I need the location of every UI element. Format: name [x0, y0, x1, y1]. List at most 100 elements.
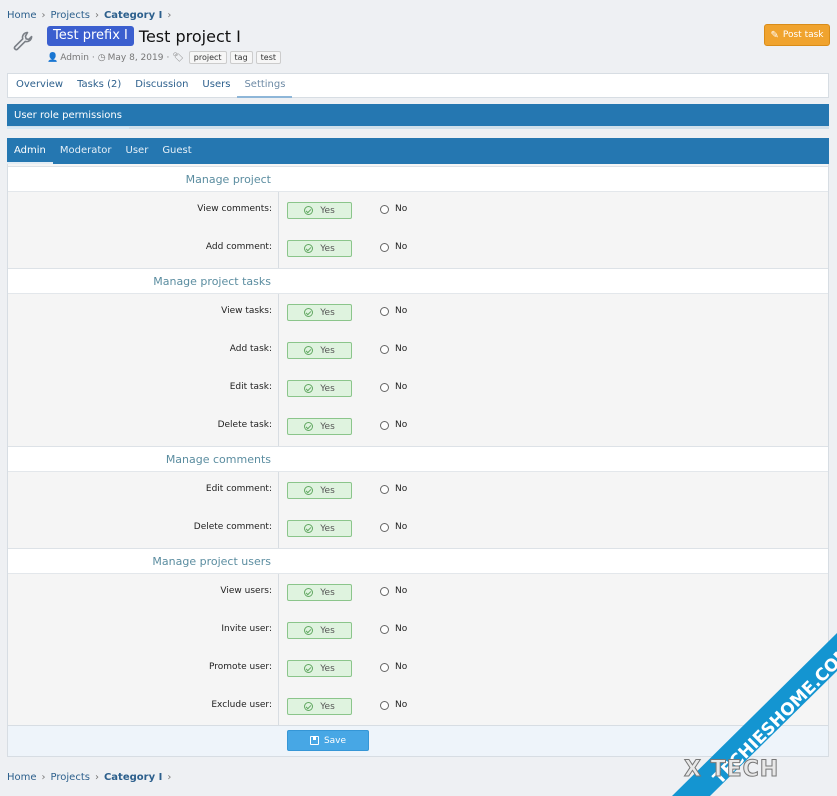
- yes-label: Yes: [320, 421, 335, 432]
- radio-icon[interactable]: [380, 242, 389, 252]
- yes-option[interactable]: Yes: [287, 482, 352, 499]
- permission-row: View comments: Yes No: [8, 192, 828, 230]
- tab-discussion[interactable]: Discussion: [128, 73, 195, 98]
- tag-project[interactable]: project: [188, 51, 227, 64]
- breadcrumb-category[interactable]: Category I: [104, 10, 162, 21]
- prefix-badge[interactable]: Test prefix I: [47, 26, 134, 46]
- no-option[interactable]: No: [380, 420, 407, 430]
- no-option[interactable]: No: [380, 662, 407, 672]
- chevron-right-icon: ›: [94, 771, 99, 783]
- save-button[interactable]: Save: [287, 730, 369, 751]
- row-divider: [278, 472, 279, 510]
- row-divider: [278, 574, 279, 612]
- page-header: Test prefix I Test project I 👤 Admin · ◷…: [10, 26, 827, 66]
- radio-icon[interactable]: [380, 344, 389, 354]
- yes-label: Yes: [320, 383, 335, 394]
- tab-user[interactable]: User: [119, 138, 156, 164]
- breadcrumb-projects[interactable]: Projects: [51, 772, 90, 783]
- tag-test[interactable]: test: [255, 51, 282, 64]
- radio-icon[interactable]: [380, 306, 389, 316]
- no-label: No: [395, 624, 408, 634]
- radio-icon[interactable]: [380, 662, 389, 672]
- check-circle-icon: [304, 308, 314, 317]
- yes-option[interactable]: Yes: [287, 584, 352, 601]
- yes-option[interactable]: Yes: [287, 342, 352, 359]
- yes-label: Yes: [320, 587, 335, 598]
- permission-label: Delete task:: [217, 420, 272, 430]
- tab-guest[interactable]: Guest: [155, 138, 198, 164]
- tab-users[interactable]: Users: [195, 73, 237, 98]
- no-label: No: [395, 586, 408, 596]
- permission-row: Add task: Yes No: [8, 332, 828, 370]
- no-label: No: [395, 306, 408, 316]
- no-option[interactable]: No: [380, 700, 407, 710]
- radio-icon[interactable]: [380, 382, 389, 392]
- post-date: May 8, 2019: [107, 52, 164, 63]
- no-option[interactable]: No: [380, 242, 407, 252]
- tab-moderator[interactable]: Moderator: [53, 138, 119, 164]
- check-circle-icon: [304, 486, 314, 495]
- no-option[interactable]: No: [380, 382, 407, 392]
- check-circle-icon: [304, 588, 314, 597]
- no-option[interactable]: No: [380, 306, 407, 316]
- radio-icon[interactable]: [380, 420, 389, 430]
- post-task-button[interactable]: ✎ Post task: [764, 24, 830, 46]
- chevron-right-icon: ›: [41, 9, 46, 21]
- permission-row: View tasks: Yes No: [8, 294, 828, 332]
- row-divider: [278, 230, 279, 268]
- tab-user-role-permissions[interactable]: User role permissions: [7, 104, 129, 129]
- no-option[interactable]: No: [380, 586, 407, 596]
- role-tabs: Admin Moderator User Guest: [7, 138, 829, 164]
- no-option[interactable]: No: [380, 624, 407, 634]
- row-divider: [278, 370, 279, 408]
- meta-separator: ·: [91, 52, 95, 63]
- radio-icon[interactable]: [380, 700, 389, 710]
- no-option[interactable]: No: [380, 522, 407, 532]
- breadcrumb-projects[interactable]: Projects: [51, 10, 90, 21]
- section-header: Manage project users: [8, 548, 828, 574]
- yes-option[interactable]: Yes: [287, 520, 352, 537]
- breadcrumb-home[interactable]: Home: [7, 10, 37, 21]
- chevron-right-icon: ›: [94, 9, 99, 21]
- breadcrumb-category[interactable]: Category I: [104, 772, 162, 783]
- project-meta: 👤 Admin · ◷ May 8, 2019 · 🏷 project tag …: [47, 51, 282, 64]
- row-divider: [278, 650, 279, 688]
- row-divider: [278, 688, 279, 726]
- no-option[interactable]: No: [380, 344, 407, 354]
- yes-label: Yes: [320, 243, 335, 254]
- permission-row: Delete task: Yes No: [8, 408, 828, 446]
- row-divider: [278, 612, 279, 650]
- yes-option[interactable]: Yes: [287, 240, 352, 257]
- yes-option[interactable]: Yes: [287, 660, 352, 677]
- radio-icon[interactable]: [380, 522, 389, 532]
- radio-icon[interactable]: [380, 204, 389, 214]
- chevron-right-icon: ›: [167, 9, 172, 21]
- tag-tag[interactable]: tag: [229, 51, 253, 64]
- check-circle-icon: [304, 664, 314, 673]
- radio-icon[interactable]: [380, 624, 389, 634]
- author-link[interactable]: Admin: [60, 53, 89, 63]
- post-task-label: Post task: [782, 30, 824, 40]
- tab-admin[interactable]: Admin: [7, 138, 53, 164]
- yes-option[interactable]: Yes: [287, 622, 352, 639]
- tab-settings[interactable]: Settings: [237, 73, 293, 98]
- yes-option[interactable]: Yes: [287, 304, 352, 321]
- no-label: No: [395, 662, 408, 672]
- no-option[interactable]: No: [380, 484, 407, 494]
- meta-separator: ·: [166, 52, 170, 63]
- radio-icon[interactable]: [380, 484, 389, 494]
- no-option[interactable]: No: [380, 204, 407, 214]
- radio-icon[interactable]: [380, 586, 389, 596]
- wrench-icon: [13, 31, 33, 51]
- yes-option[interactable]: Yes: [287, 698, 352, 715]
- yes-option[interactable]: Yes: [287, 418, 352, 435]
- yes-label: Yes: [320, 663, 335, 674]
- tab-overview[interactable]: Overview: [9, 73, 70, 98]
- check-circle-icon: [304, 206, 314, 215]
- save-icon: [309, 736, 319, 745]
- yes-option[interactable]: Yes: [287, 202, 352, 219]
- tab-tasks[interactable]: Tasks (2): [70, 73, 128, 98]
- check-circle-icon: [304, 244, 314, 253]
- yes-option[interactable]: Yes: [287, 380, 352, 397]
- breadcrumb-home[interactable]: Home: [7, 772, 37, 783]
